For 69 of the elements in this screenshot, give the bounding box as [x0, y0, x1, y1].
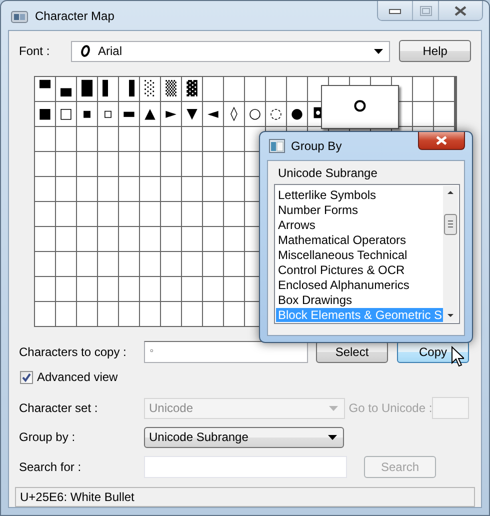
font-type-icon	[80, 45, 91, 57]
check-icon	[22, 372, 31, 382]
minimize-button[interactable]	[378, 1, 412, 20]
character-cell[interactable]: ▐	[119, 77, 139, 101]
search-field[interactable]	[144, 456, 347, 478]
close-icon	[436, 136, 447, 145]
character-cell[interactable]: ▒	[161, 77, 181, 101]
mouse-pointer-icon	[451, 346, 464, 367]
maximize-icon	[420, 6, 432, 16]
checkbox-label: Advanced view	[37, 370, 118, 384]
character-cell[interactable]: ►	[161, 102, 181, 126]
characters-field[interactable]: ◦	[144, 341, 308, 363]
character-cell[interactable]: ▄	[56, 77, 76, 101]
checkbox[interactable]	[20, 370, 33, 384]
field-label: Characters to copy :	[19, 345, 128, 359]
character-cell[interactable]: □	[56, 102, 76, 126]
list-item[interactable]: Arrows	[276, 218, 443, 233]
list-item[interactable]: Control Pictures & OCR	[276, 263, 443, 278]
character-cell[interactable]: ▓	[182, 77, 202, 101]
group-by-dropdown[interactable]: Unicode Subrange	[144, 426, 344, 448]
character-cell[interactable]: ▼	[182, 102, 202, 126]
dropdown-value: Unicode Subrange	[149, 430, 248, 444]
status-bar: U+25E6: White Bullet	[15, 487, 475, 507]
group-heading: Unicode Subrange	[278, 166, 378, 180]
dropdown-arrow-icon	[328, 434, 337, 440]
font-name: Arial	[98, 44, 122, 58]
unicode-field[interactable]	[432, 397, 469, 419]
character-cell[interactable]: ○	[245, 102, 265, 126]
character-cell[interactable]: ■	[35, 102, 55, 126]
maximize-button[interactable]	[412, 1, 438, 20]
character-cell[interactable]: ▬	[119, 102, 139, 126]
list-item[interactable]: Miscellaneous Technical	[276, 248, 443, 263]
character-cell[interactable]: ◊	[224, 102, 244, 126]
dropdown-value: Unicode	[149, 401, 194, 415]
character-cell[interactable]: ◄	[203, 102, 223, 126]
close-button[interactable]	[438, 1, 482, 20]
character-cell[interactable]: ●	[287, 102, 307, 126]
font-dropdown[interactable]: Arial	[71, 40, 390, 62]
list-item[interactable]: Number Forms	[276, 203, 443, 218]
list-item[interactable]: Letterlike Symbols	[276, 188, 443, 203]
character-cell[interactable]: █	[77, 77, 97, 101]
field-label: Font :	[19, 44, 51, 58]
select-button[interactable]: Select	[316, 341, 388, 363]
field-label: Go to Unicode :	[348, 401, 432, 415]
minimize-icon	[389, 8, 401, 14]
window-icon	[269, 139, 285, 153]
window-title: Character Map	[35, 9, 114, 23]
character-cell[interactable]: ▪	[77, 102, 97, 126]
dropdown-arrow-icon	[374, 48, 384, 54]
character-cell[interactable]: ▌	[98, 77, 118, 101]
character-cell[interactable]: ◌	[266, 102, 286, 126]
app-icon	[11, 10, 28, 22]
field-label: Group by :	[19, 430, 76, 444]
field-label: Character set :	[19, 401, 99, 415]
close-icon	[454, 6, 467, 16]
field-label: Search for :	[19, 460, 82, 474]
list-item[interactable]: Enclosed Alphanumerics	[276, 278, 443, 293]
list-item[interactable]: Mathematical Operators	[276, 233, 443, 248]
close-button[interactable]	[418, 132, 465, 150]
character-cell[interactable]: ▀	[35, 77, 55, 101]
character-cell[interactable]: ░	[140, 77, 160, 101]
character-preview-popup: ◦	[321, 85, 399, 129]
help-button[interactable]: Help	[399, 40, 471, 62]
character-cell[interactable]: ▫	[98, 102, 118, 126]
character-cell[interactable]: ▲	[140, 102, 160, 126]
subrange-list[interactable]: Letterlike Symbols Number Forms Arrows Mathematical Operators Miscellaneous Technical Control Pictures & OCR Enclosed Alphanumerics Box Drawings Block Elements & Geometric S	[274, 184, 460, 324]
dialog-title: Group By	[291, 139, 342, 153]
dropdown-arrow-icon	[328, 406, 338, 410]
list-item[interactable]: Box Drawings	[276, 293, 443, 308]
